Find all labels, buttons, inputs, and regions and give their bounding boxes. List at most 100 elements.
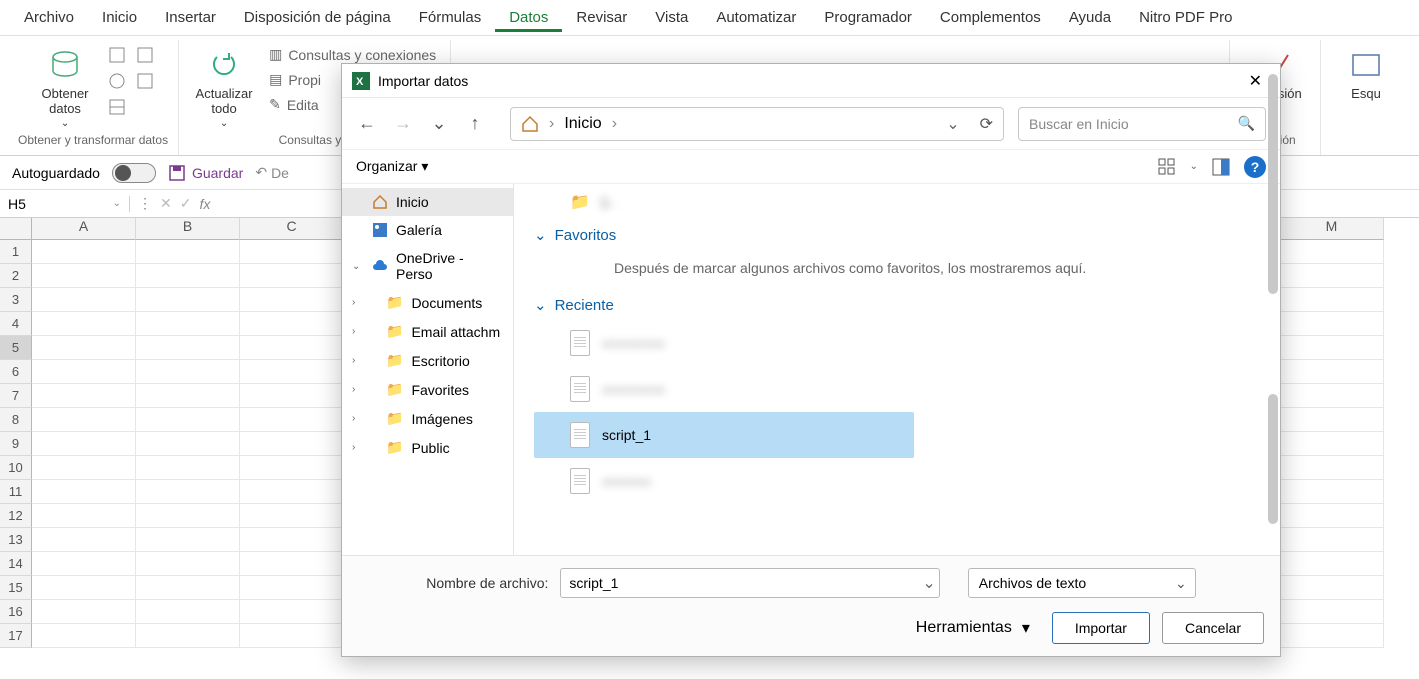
- help-button[interactable]: ?: [1244, 156, 1266, 178]
- preview-pane-button[interactable]: [1212, 158, 1230, 176]
- file-type-combo[interactable]: Archivos de texto: [968, 568, 1196, 598]
- cell[interactable]: [1280, 384, 1384, 408]
- cell[interactable]: [136, 360, 240, 384]
- chevron-right-icon[interactable]: ›: [352, 326, 355, 337]
- row-header[interactable]: 7: [0, 384, 32, 408]
- row-header[interactable]: 11: [0, 480, 32, 504]
- row-header[interactable]: 16: [0, 600, 32, 624]
- existing-connections-button[interactable]: [134, 70, 156, 92]
- row-header[interactable]: 1: [0, 240, 32, 264]
- nav-recent-button[interactable]: ⌄: [428, 113, 450, 134]
- cell[interactable]: [1280, 576, 1384, 600]
- row-header[interactable]: 6: [0, 360, 32, 384]
- chevron-down-icon[interactable]: ⌄: [1190, 161, 1198, 172]
- cell[interactable]: [136, 336, 240, 360]
- queries-connections-button[interactable]: ▥ Consultas y conexiones: [265, 44, 440, 65]
- cell[interactable]: [136, 240, 240, 264]
- menu-ayuda[interactable]: Ayuda: [1055, 3, 1125, 32]
- sidebar-item-onedrive[interactable]: ⌄ OneDrive - Perso: [342, 244, 513, 288]
- chevron-right-icon[interactable]: ›: [352, 413, 355, 424]
- chevron-right-icon[interactable]: ›: [352, 297, 355, 308]
- cell[interactable]: [32, 552, 136, 576]
- col-header[interactable]: A: [32, 218, 136, 240]
- menu-vista[interactable]: Vista: [641, 3, 702, 32]
- refresh-all-button[interactable]: Actualizar todo ⌄: [189, 44, 259, 129]
- cell[interactable]: [32, 528, 136, 552]
- chevron-right-icon[interactable]: ›: [352, 384, 355, 395]
- cell[interactable]: [1280, 264, 1384, 288]
- cell[interactable]: [136, 408, 240, 432]
- cell[interactable]: [136, 624, 240, 648]
- nav-up-button[interactable]: ↑: [464, 113, 486, 134]
- file-item[interactable]: xxxxxxxxx: [534, 320, 1260, 366]
- from-web-button[interactable]: [106, 70, 128, 92]
- cell[interactable]: [240, 240, 344, 264]
- expand-icon[interactable]: ⋮: [138, 195, 152, 212]
- cell[interactable]: [32, 336, 136, 360]
- section-favoritos[interactable]: ⌄ Favoritos: [534, 226, 1260, 244]
- file-item-selected[interactable]: script_1: [534, 412, 914, 458]
- cell[interactable]: [32, 240, 136, 264]
- sidebar-item-public[interactable]: › 📁 Public: [342, 433, 513, 462]
- sidebar-item-imagenes[interactable]: › 📁 Imágenes: [342, 404, 513, 433]
- cell[interactable]: [240, 456, 344, 480]
- cell[interactable]: [136, 432, 240, 456]
- cell[interactable]: [240, 432, 344, 456]
- row-header[interactable]: 12: [0, 504, 32, 528]
- cell[interactable]: [136, 480, 240, 504]
- cell[interactable]: [240, 504, 344, 528]
- cell[interactable]: [136, 576, 240, 600]
- breadcrumb-bar[interactable]: › Inicio › ⌄ ⟳: [510, 107, 1004, 141]
- cell[interactable]: [136, 528, 240, 552]
- col-header[interactable]: M: [1280, 218, 1384, 240]
- cell[interactable]: [136, 384, 240, 408]
- organize-button[interactable]: Organizar ▾: [356, 158, 428, 175]
- save-button[interactable]: Guardar: [168, 164, 243, 182]
- close-button[interactable]: ✕: [1241, 67, 1270, 95]
- row-header[interactable]: 2: [0, 264, 32, 288]
- menu-archivo[interactable]: Archivo: [10, 3, 88, 32]
- view-options-button[interactable]: [1158, 158, 1176, 176]
- sidebar-item-documents[interactable]: › 📁 Documents: [342, 288, 513, 317]
- cell[interactable]: [1280, 240, 1384, 264]
- row-header[interactable]: 13: [0, 528, 32, 552]
- cell[interactable]: [240, 384, 344, 408]
- cell[interactable]: [1280, 456, 1384, 480]
- sidebar-item-escritorio[interactable]: › 📁 Escritorio: [342, 346, 513, 375]
- cell[interactable]: [32, 384, 136, 408]
- cell[interactable]: [240, 552, 344, 576]
- menu-insertar[interactable]: Insertar: [151, 3, 230, 32]
- cell[interactable]: [136, 456, 240, 480]
- chevron-down-icon[interactable]: ⌄: [922, 573, 935, 593]
- filepane-scrollbar[interactable]: [1268, 184, 1278, 555]
- search-box[interactable]: Buscar en Inicio 🔍: [1018, 107, 1266, 141]
- select-all-corner[interactable]: [0, 218, 32, 240]
- menu-programador[interactable]: Programador: [810, 3, 926, 32]
- row-header[interactable]: 3: [0, 288, 32, 312]
- chevron-right-icon[interactable]: ›: [352, 355, 355, 366]
- chevron-down-icon[interactable]: ⌄: [946, 114, 959, 134]
- cell[interactable]: [240, 576, 344, 600]
- cancel-formula-icon[interactable]: ✕: [160, 195, 172, 212]
- chevron-down-icon[interactable]: ⌄: [352, 261, 360, 272]
- filename-input[interactable]: [560, 568, 940, 598]
- cell[interactable]: [240, 360, 344, 384]
- cell[interactable]: [1280, 528, 1384, 552]
- enter-formula-icon[interactable]: ✓: [180, 195, 192, 212]
- cell[interactable]: [32, 264, 136, 288]
- cell[interactable]: [32, 576, 136, 600]
- cell[interactable]: [32, 312, 136, 336]
- cell[interactable]: [240, 600, 344, 624]
- menu-disposicion[interactable]: Disposición de página: [230, 3, 405, 32]
- cell[interactable]: [240, 408, 344, 432]
- cell[interactable]: [1280, 624, 1384, 648]
- from-table-button[interactable]: [106, 96, 128, 118]
- nav-forward-button[interactable]: →: [392, 113, 414, 134]
- cancel-button[interactable]: Cancelar: [1162, 612, 1264, 644]
- cell[interactable]: [32, 600, 136, 624]
- cell[interactable]: [240, 312, 344, 336]
- cell[interactable]: [32, 408, 136, 432]
- cell[interactable]: [136, 264, 240, 288]
- row-header[interactable]: 15: [0, 576, 32, 600]
- sidebar-item-inicio[interactable]: Inicio: [342, 188, 513, 216]
